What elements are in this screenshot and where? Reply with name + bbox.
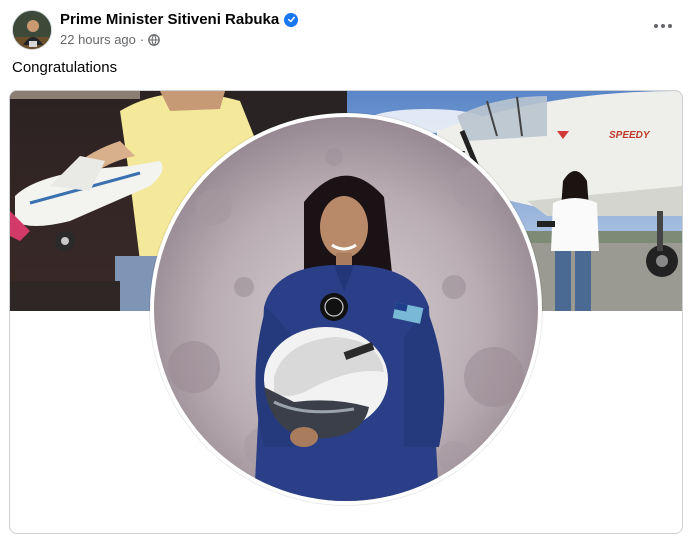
globe-icon[interactable] [148, 33, 161, 46]
airplane-marking: SPEEDY [609, 130, 651, 141]
post-media[interactable]: SPEEDY [9, 90, 683, 534]
verified-badge-icon [284, 12, 299, 27]
post-caption: Congratulations [12, 59, 118, 76]
post-timestamp[interactable]: 22 hours ago [60, 32, 136, 47]
post-meta: 22 hours ago · [60, 32, 161, 47]
author-name[interactable]: Prime Minister Sitiveni Rabuka [60, 11, 279, 28]
more-options-icon[interactable] [649, 14, 677, 38]
facebook-post: Prime Minister Sitiveni Rabuka 22 hours … [0, 0, 691, 538]
author-name-row: Prime Minister Sitiveni Rabuka [60, 11, 299, 28]
meta-separator: · [139, 32, 145, 47]
profile-picture[interactable] [154, 117, 538, 501]
avatar-image [13, 11, 51, 49]
author-avatar[interactable] [12, 10, 52, 50]
